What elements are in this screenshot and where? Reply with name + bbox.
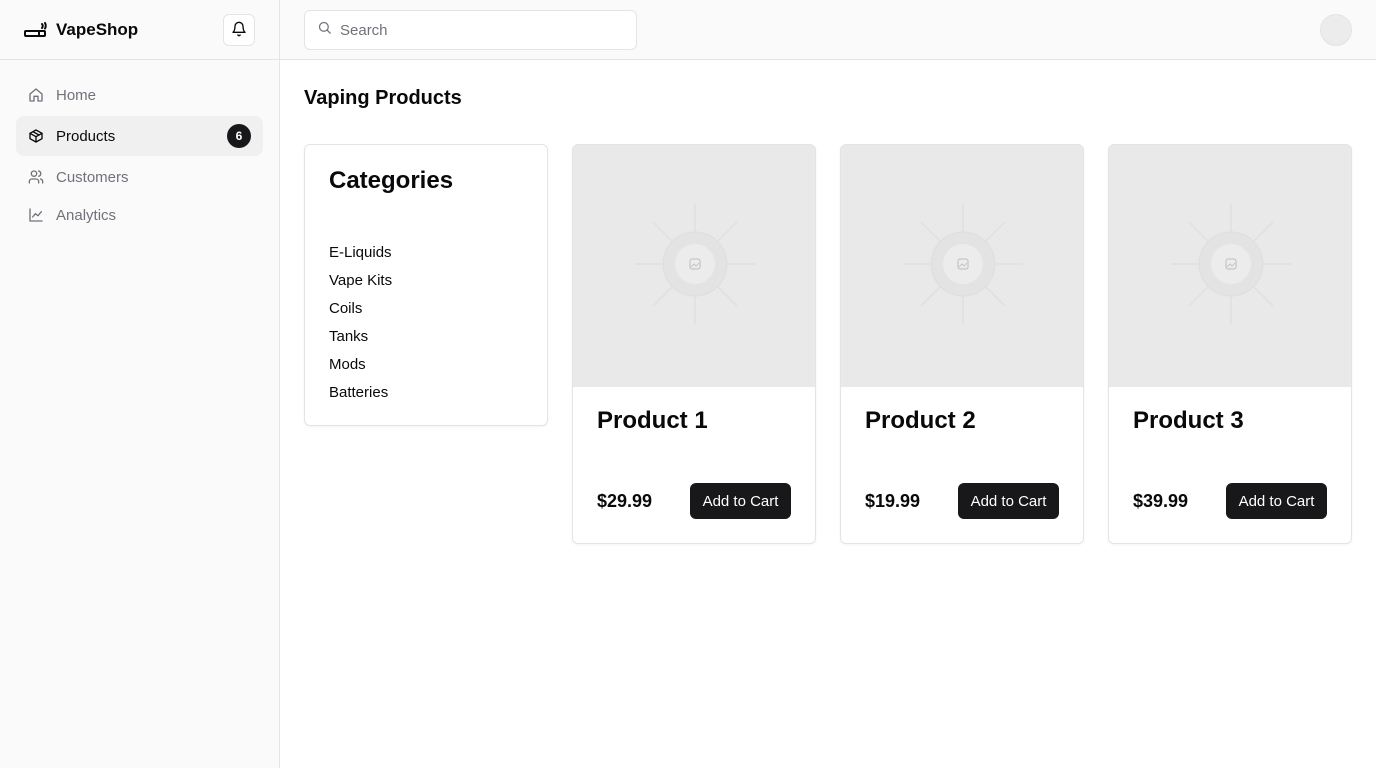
image-placeholder-icon [903,203,1023,329]
category-item-mods[interactable]: Mods [329,351,523,379]
category-item-e-liquids[interactable]: E-Liquids [329,239,523,267]
category-item-coils[interactable]: Coils [329,295,523,323]
users-icon [28,169,44,185]
sidebar-nav: Home Products 6 Customers Analytics [0,60,279,250]
vape-icon [24,21,48,38]
top-bar [280,0,1376,60]
search-box[interactable] [304,10,637,50]
sidebar-item-products[interactable]: Products 6 [16,116,263,156]
home-icon [28,87,44,103]
brand-name: VapeShop [56,19,139,39]
line-chart-icon [28,207,44,223]
categories-title: Categories [329,167,454,194]
sidebar-item-home[interactable]: Home [16,76,263,114]
product-price: $19.99 [865,491,921,511]
product-name: Product 3 [1133,407,1244,434]
categories-card: Categories E-Liquids Vape Kits Coils Tan… [304,144,548,426]
image-placeholder-icon [1171,203,1291,329]
product-card: Product 1 $29.99 Add to Cart [572,144,816,544]
sidebar-item-label: Products [56,127,116,145]
bell-icon [231,21,247,40]
sidebar-item-customers[interactable]: Customers [16,158,263,196]
main-content: Vaping Products Categories E-Liquids Vap… [280,60,1376,768]
page-title: Vaping Products [304,87,462,109]
sidebar-item-analytics[interactable]: Analytics [16,196,263,234]
search-icon [317,20,332,40]
image-placeholder-icon [635,203,755,329]
add-to-cart-button[interactable]: Add to Cart [690,483,791,519]
product-image-placeholder [841,145,1083,387]
product-image-placeholder [573,145,815,387]
products-count-badge: 6 [227,124,251,148]
brand-link[interactable]: VapeShop [24,20,138,40]
brand-row: VapeShop [0,0,279,60]
product-card: Product 2 $19.99 Add to Cart [840,144,1084,544]
category-item-batteries[interactable]: Batteries [329,379,523,407]
search-input[interactable] [340,21,620,39]
product-name: Product 2 [865,407,976,434]
add-to-cart-button[interactable]: Add to Cart [1226,483,1327,519]
sidebar-item-label: Customers [56,168,129,186]
sidebar-item-label: Analytics [56,206,117,224]
product-price: $29.99 [597,491,653,511]
sidebar-item-label: Home [56,86,97,104]
product-price: $39.99 [1133,491,1189,511]
category-item-tanks[interactable]: Tanks [329,323,523,351]
user-avatar[interactable] [1320,14,1352,46]
product-card: Product 3 $39.99 Add to Cart [1108,144,1352,544]
notifications-button[interactable] [223,14,255,46]
add-to-cart-button[interactable]: Add to Cart [958,483,1059,519]
product-image-placeholder [1109,145,1351,387]
package-icon [28,128,44,144]
sidebar: VapeShop Home Products 6 Customers Analy… [0,0,280,768]
category-item-vape-kits[interactable]: Vape Kits [329,267,523,295]
product-name: Product 1 [597,407,708,434]
categories-list: E-Liquids Vape Kits Coils Tanks Mods Bat… [329,239,523,407]
